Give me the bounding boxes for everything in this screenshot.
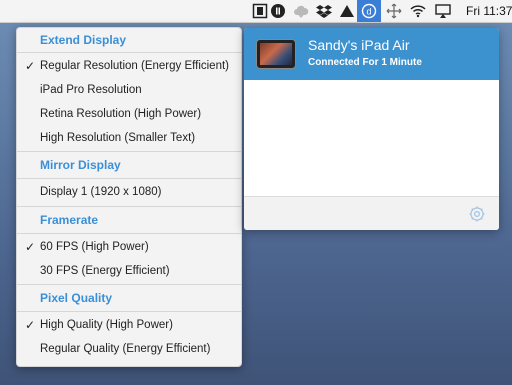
svg-text:d: d xyxy=(366,7,371,17)
resize-icon[interactable] xyxy=(386,3,402,19)
menu-item-high-resolution[interactable]: High Resolution (Smaller Text) xyxy=(17,126,241,150)
duet-display-menu: Extend Display ✓ Regular Resolution (Ene… xyxy=(16,27,242,367)
menu-item-ipad-pro-resolution[interactable]: iPad Pro Resolution xyxy=(17,78,241,102)
film-icon[interactable] xyxy=(252,3,268,19)
ipad-thumbnail-icon xyxy=(256,39,296,69)
menu-item-label: 30 FPS (Energy Efficient) xyxy=(40,265,170,277)
section-header-framerate: Framerate xyxy=(40,213,99,227)
menu-item-30-fps[interactable]: 30 FPS (Energy Efficient) xyxy=(17,259,241,283)
duet-menu-active[interactable]: d xyxy=(357,0,381,22)
menu-item-display-1[interactable]: Display 1 (1920 x 1080) xyxy=(17,180,241,204)
menu-item-label: Regular Resolution (Energy Efficient) xyxy=(40,60,229,72)
checkmark-icon: ✓ xyxy=(25,59,36,73)
device-row-selected[interactable]: Sandy's iPad Air Connected For 1 Minute xyxy=(244,28,499,80)
device-name: Sandy's iPad Air xyxy=(308,37,410,53)
duet-icon[interactable]: d xyxy=(361,3,377,19)
menu-item-label: Regular Quality (Energy Efficient) xyxy=(40,343,211,355)
checkmark-icon: ✓ xyxy=(25,240,36,254)
gear-icon[interactable] xyxy=(468,205,486,223)
device-popover: Sandy's iPad Air Connected For 1 Minute xyxy=(244,28,499,230)
menu-separator xyxy=(17,233,241,234)
menu-item-label: High Resolution (Smaller Text) xyxy=(40,132,196,144)
ipad-screen-image xyxy=(260,43,292,65)
menu-bar: d Fri 11:37 xyxy=(0,0,512,23)
cloud-icon[interactable] xyxy=(293,3,309,19)
section-header-pixel-quality: Pixel Quality xyxy=(40,291,113,305)
dropbox-icon[interactable] xyxy=(316,3,332,19)
menu-separator xyxy=(17,178,241,179)
menu-item-label: 60 FPS (High Power) xyxy=(40,241,149,253)
menu-item-retina-resolution[interactable]: Retina Resolution (High Power) xyxy=(17,102,241,126)
menu-item-label: High Quality (High Power) xyxy=(40,319,173,331)
menu-item-label: Display 1 (1920 x 1080) xyxy=(40,186,162,198)
menu-item-label: Retina Resolution (High Power) xyxy=(40,108,202,120)
menu-separator xyxy=(17,206,241,207)
menu-item-label: iPad Pro Resolution xyxy=(40,84,142,96)
wifi-icon[interactable] xyxy=(410,3,426,19)
record-icon[interactable] xyxy=(270,3,286,19)
section-header-extend-display: Extend Display xyxy=(40,33,127,47)
menu-separator xyxy=(17,151,241,152)
menu-item-high-quality[interactable]: ✓ High Quality (High Power) xyxy=(17,313,241,337)
menu-separator xyxy=(17,52,241,53)
airplay-icon[interactable] xyxy=(435,3,451,19)
checkmark-icon: ✓ xyxy=(25,318,36,332)
device-status: Connected For 1 Minute xyxy=(308,57,422,68)
menu-separator xyxy=(17,311,241,312)
menu-item-60-fps[interactable]: ✓ 60 FPS (High Power) xyxy=(17,235,241,259)
section-header-mirror-display: Mirror Display xyxy=(40,158,121,172)
menu-item-regular-quality[interactable]: Regular Quality (Energy Efficient) xyxy=(17,337,241,361)
menu-bar-clock[interactable]: Fri 11:37 xyxy=(466,4,512,18)
popover-footer xyxy=(244,196,499,230)
warning-triangle-icon[interactable] xyxy=(339,3,355,19)
menu-separator xyxy=(17,284,241,285)
menu-item-regular-resolution[interactable]: ✓ Regular Resolution (Energy Efficient) xyxy=(17,54,241,78)
